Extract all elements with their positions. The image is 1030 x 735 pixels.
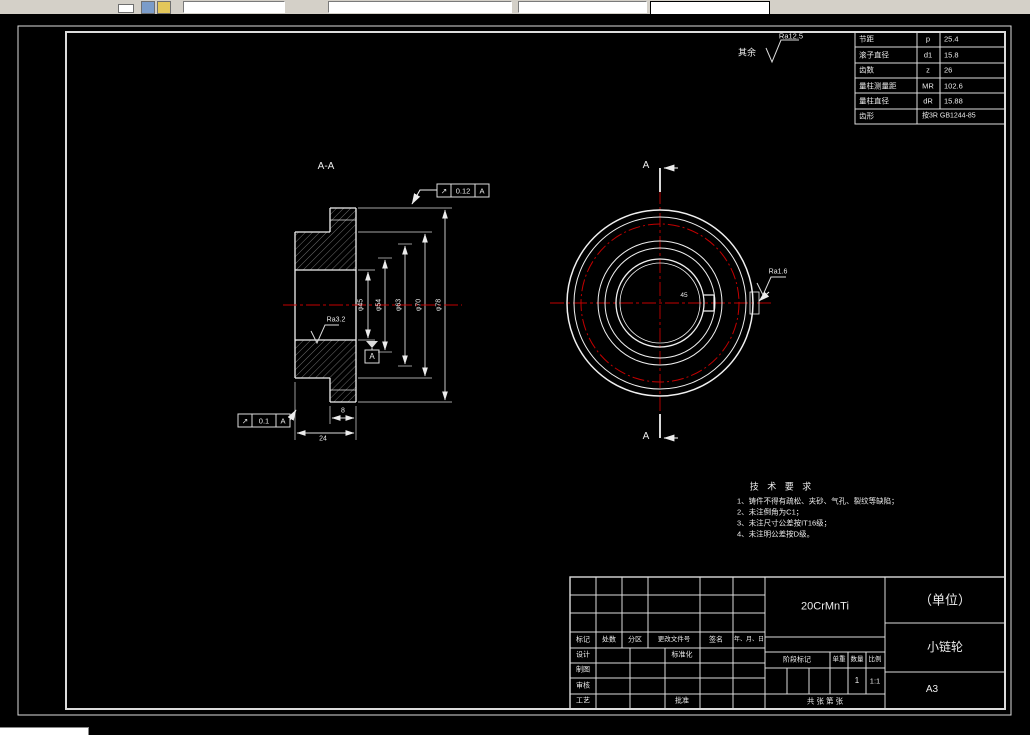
default-roughness-prefix: 其余 [737, 47, 757, 58]
dim-hub-label: φ63 [395, 298, 403, 312]
param-label: 节距 [859, 34, 874, 44]
titleblock-label-quantity: 数量 [850, 655, 864, 663]
dim-width-label: 24 [319, 435, 327, 443]
param-value: 15.8 [944, 50, 959, 60]
param-label: 量柱直径 [859, 96, 889, 106]
titleblock-label-check: 审核 [576, 682, 590, 690]
tech-req-title: 技 术 要 求 [749, 481, 815, 492]
default-roughness-value: Ra12.5 [778, 31, 804, 41]
bore-roughness-label: Ra3.2 [326, 316, 346, 324]
datum-label: A [369, 352, 375, 361]
titleblock-label-mark: 标记 [576, 636, 590, 644]
param-symbol: MR [922, 81, 934, 91]
param-label: 齿数 [859, 65, 874, 75]
unit-label: （单位） [918, 592, 972, 608]
tech-req-item: 4、未注明公差按D级。 [737, 529, 815, 539]
titleblock-label-approve: 批准 [675, 697, 689, 705]
param-symbol: dR [923, 96, 933, 106]
titleblock-label-doc-no: 更改文件号 [657, 635, 691, 643]
runout-top-datum: A [479, 186, 485, 196]
dim-step-label: φ54 [375, 298, 383, 312]
titleblock-label-zone: 分区 [628, 636, 642, 644]
runout-bottom-value: 0.1 [258, 416, 270, 426]
material-label: 20CrMnTi [801, 600, 849, 613]
section-view-label: A-A [317, 161, 335, 172]
dim-tip-label: φ78 [435, 298, 443, 312]
drawing-geometry [17, 25, 1012, 716]
cad-window: A-A A A A φ45 φ54 φ63 φ70 φ78 24 8 45 ↗ … [0, 0, 1030, 735]
runout-top-symbol: ↗ [440, 186, 448, 196]
titleblock-label-draft: 制图 [576, 666, 590, 674]
param-symbol: z [926, 65, 930, 75]
dim-tooth-width-label: 8 [341, 407, 345, 415]
param-symbol: d1 [923, 50, 933, 60]
param-label: 量柱测量距 [859, 81, 897, 91]
titleblock-label-count: 处数 [602, 636, 616, 644]
titleblock-label-weight: 单重 [832, 655, 846, 663]
command-input[interactable] [0, 727, 89, 735]
keyway-roughness-label: Ra1.6 [768, 268, 788, 276]
titleblock-label-stage: 阶段标记 [783, 656, 811, 664]
part-name-label: 小链轮 [926, 640, 964, 654]
runout-bottom-datum: A [280, 416, 286, 426]
param-value: 25.4 [944, 34, 959, 44]
tech-req-item: 1、铸件不得有疏松、夹砂、气孔、裂纹等缺陷； [737, 496, 899, 506]
sheet-size-label: A3 [925, 684, 939, 695]
titleblock-label-scale: 比例 [868, 655, 882, 663]
titleblock-label-date: 年、月、日 [733, 637, 765, 643]
scale-value: 1:1 [869, 676, 881, 686]
tech-req-item: 2、未注倒角为C1； [737, 507, 804, 517]
titleblock-label-standardize: 标准化 [671, 651, 693, 659]
qty-value: 1 [854, 676, 860, 685]
section-cut-label-bottom: A [642, 431, 650, 442]
runout-bottom-symbol: ↗ [241, 416, 249, 426]
dim-bore-label: φ45 [357, 298, 365, 312]
dim-bore-note-label: 45 [680, 291, 688, 299]
param-value: 15.88 [944, 96, 963, 106]
param-label: 滚子直径 [859, 50, 889, 60]
titleblock-label-process: 工艺 [576, 697, 590, 705]
runout-top-value: 0.12 [455, 186, 471, 196]
section-cut-label-top: A [642, 160, 650, 171]
dim-root-label: φ70 [415, 298, 423, 312]
param-symbol: p [925, 34, 931, 44]
titleblock-label-sign: 签名 [709, 636, 723, 644]
tech-req-item: 3、未注尺寸公差按IT16级； [737, 518, 832, 528]
param-value: 102.6 [944, 81, 963, 91]
param-label: 齿形 [859, 111, 874, 121]
titleblock-label-design: 设计 [576, 651, 590, 659]
param-value: 按3R GB1244-85 [922, 112, 976, 120]
sheets-label: 共 张 第 张 [806, 696, 844, 706]
param-value: 26 [944, 65, 953, 75]
